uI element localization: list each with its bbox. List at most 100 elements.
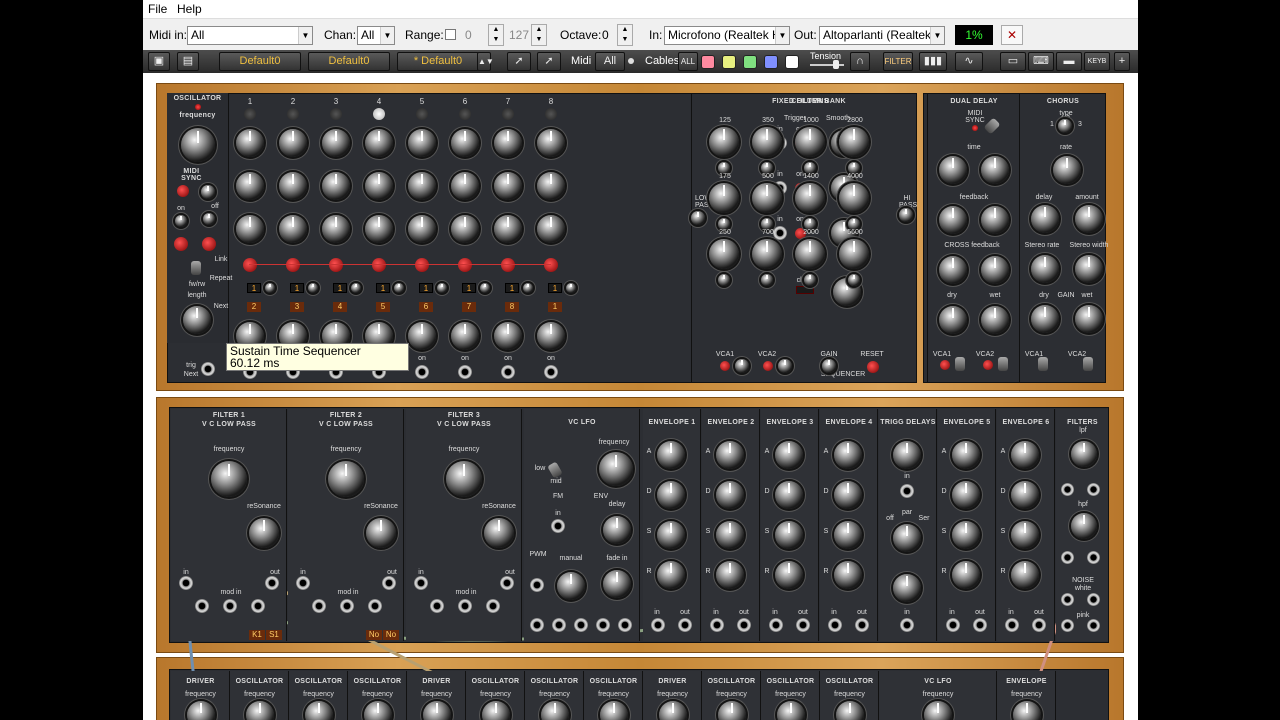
filter-resonance-knob[interactable] [366, 518, 396, 548]
seq-link-button[interactable] [286, 258, 300, 272]
filters-lpf-knob[interactable] [1071, 441, 1097, 467]
bottom-module-frequency-knob[interactable] [658, 701, 687, 720]
panic-button[interactable]: ✕ [1001, 25, 1023, 45]
envelope-knob[interactable] [952, 441, 980, 469]
trigg-delay-knob[interactable] [893, 441, 921, 469]
seq-link-button[interactable] [372, 258, 386, 272]
seq-bottom-knob[interactable] [451, 322, 479, 350]
bottom-module-frequency-knob[interactable] [540, 701, 569, 720]
envelope-in-jack[interactable] [651, 618, 665, 632]
seq-step-led[interactable] [287, 108, 299, 120]
filter-resonance-knob[interactable] [484, 518, 514, 548]
filter-frequency-knob[interactable] [328, 461, 364, 497]
chorus-left-knob[interactable] [1031, 205, 1059, 233]
seq-repeat-knob[interactable] [437, 283, 447, 293]
envelope-out-jack[interactable] [737, 618, 751, 632]
save-button[interactable]: ▣ [148, 52, 170, 71]
seq-knob[interactable] [279, 215, 307, 243]
vc-lfo-frequency-knob[interactable] [599, 452, 633, 486]
envelope-knob[interactable] [952, 561, 980, 589]
filters-lpf-in-jack[interactable] [1061, 483, 1074, 496]
filter-bank-reset-button[interactable] [867, 361, 879, 373]
magnet-button[interactable]: ∩ [850, 52, 870, 71]
seq-link-button[interactable] [415, 258, 429, 272]
cursor-plus-tool-button[interactable]: ➚ [537, 52, 561, 71]
audio-in-select[interactable]: Microfono (Realtek Hig ▼ [664, 26, 790, 45]
seq-repeat-knob[interactable] [265, 283, 275, 293]
noise-white-jack-2[interactable] [1087, 593, 1100, 606]
vc-lfo-pwm-jack[interactable] [530, 578, 544, 592]
vc-lfo-delay-knob[interactable] [603, 516, 631, 544]
bottom-module-frequency-knob[interactable] [363, 701, 392, 720]
bottom-module-frequency-knob[interactable] [186, 701, 215, 720]
filter-frequency-knob[interactable] [211, 461, 247, 497]
seq-knob[interactable] [494, 215, 522, 243]
filter-bank-band-trim[interactable] [761, 274, 773, 286]
range-checkbox[interactable] [445, 29, 456, 40]
filter-in-jack[interactable] [414, 576, 428, 590]
seq-bottom-knob[interactable] [537, 322, 565, 350]
seq-osc-frequency-knob[interactable] [181, 128, 215, 162]
dual-delay-vca2-button[interactable] [983, 360, 993, 370]
filter-bank-gain-knob[interactable] [822, 359, 836, 373]
envelope-knob[interactable] [834, 481, 862, 509]
bottom-module-frequency-knob[interactable] [245, 701, 274, 720]
envelope-knob[interactable] [1011, 521, 1039, 549]
filter-out-jack[interactable] [265, 576, 279, 590]
seq-step-led[interactable] [330, 108, 342, 120]
cursor-tool-button[interactable]: ➚ [507, 52, 531, 71]
filter-mod-jack[interactable] [340, 599, 354, 613]
seq-bottom-knob[interactable] [494, 322, 522, 350]
filter-mod-jack[interactable] [486, 599, 500, 613]
dual-delay-vca2-switch[interactable] [998, 357, 1008, 371]
seq-step-led[interactable] [244, 108, 256, 120]
envelope-knob[interactable] [657, 521, 685, 549]
minimize-rack-button[interactable]: ▬ [1056, 52, 1082, 71]
filter-bank-band-knob[interactable] [752, 239, 782, 269]
menu-help[interactable]: Help [177, 2, 202, 16]
seq-osc-start-button[interactable] [174, 237, 188, 251]
filter-bank-band-knob[interactable] [709, 239, 739, 269]
envelope-knob[interactable] [775, 481, 803, 509]
keyboard-view-button[interactable]: ⌨ [1028, 52, 1054, 71]
filter-bank-vca2-button[interactable] [763, 361, 773, 371]
vc-lfo-wave-jack[interactable] [552, 618, 566, 632]
filter-mod-jack[interactable] [430, 599, 444, 613]
bottom-module-frequency-knob[interactable] [304, 701, 333, 720]
dual-delay-left-knob[interactable] [939, 306, 967, 334]
chorus-left-knob[interactable] [1031, 305, 1059, 333]
filter-resonance-knob[interactable] [249, 518, 279, 548]
envelope-knob[interactable] [775, 521, 803, 549]
seq-knob[interactable] [494, 172, 522, 200]
columns-in-jack[interactable] [773, 226, 787, 240]
filter-bank-band-knob[interactable] [839, 239, 869, 269]
filter-bank-band-knob[interactable] [709, 127, 739, 157]
seq-step-led[interactable] [545, 108, 557, 120]
envelope-out-jack[interactable] [973, 618, 987, 632]
dual-delay-vca1-button[interactable] [940, 360, 950, 370]
envelope-knob[interactable] [952, 481, 980, 509]
seq-knob[interactable] [451, 129, 479, 157]
filters-hpf-out-jack[interactable] [1087, 551, 1100, 564]
envelope-knob[interactable] [834, 561, 862, 589]
seq-knob[interactable] [537, 215, 565, 243]
filter-bank-band-knob[interactable] [752, 127, 782, 157]
envelope-out-jack[interactable] [796, 618, 810, 632]
preset-slot-2[interactable]: Default0 [308, 52, 390, 71]
trigg-delay-knob-2[interactable] [893, 574, 921, 602]
vc-lfo-fm-jack[interactable] [551, 519, 565, 533]
bottom-module-frequency-knob[interactable] [1012, 701, 1041, 720]
seq-osc-off-knob[interactable] [203, 213, 215, 225]
cable-color-blue[interactable] [764, 55, 778, 69]
seq-step-jack[interactable] [415, 365, 429, 379]
seq-knob[interactable] [279, 129, 307, 157]
dual-delay-left-knob[interactable] [939, 156, 967, 184]
toolbar-midi-select[interactable]: All [595, 52, 625, 71]
seq-knob[interactable] [365, 172, 393, 200]
cable-color-white[interactable] [785, 55, 799, 69]
seq-osc-midi-sync-button[interactable] [177, 185, 189, 197]
seq-length-knob[interactable] [183, 306, 211, 334]
chorus-vca2-switch[interactable] [1083, 357, 1093, 371]
seq-step-led[interactable] [459, 108, 471, 120]
add-rack-button[interactable]: + [1114, 52, 1130, 71]
